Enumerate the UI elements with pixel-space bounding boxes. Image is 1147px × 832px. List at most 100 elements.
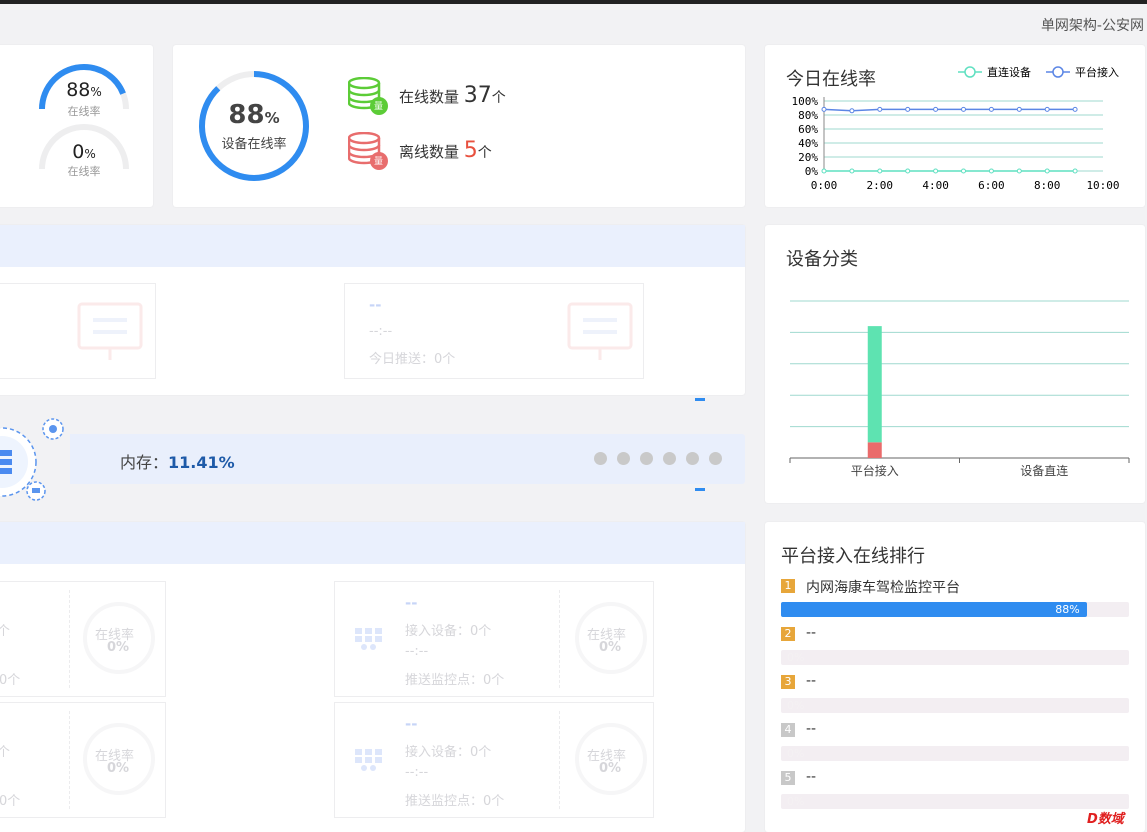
memory-readout: 内存：11.41% <box>120 453 235 472</box>
online-badge: 量 <box>374 102 384 112</box>
series-line-1 <box>823 108 1076 112</box>
gauge-card: 88% 在线率 0% 在线率 <box>0 45 153 207</box>
category-bar-chart: 平台接入 设备直连 <box>789 300 1130 478</box>
offline-count-row: 离线数量 5个 <box>399 138 492 163</box>
y-tick-label: 80% <box>798 109 818 122</box>
platform-box-push: 推送监控点：0个 <box>405 673 505 688</box>
rank-index-badge: 5 <box>781 771 795 785</box>
rank-name: 内网海康车驾检监控平台 <box>806 580 960 596</box>
rank-progress-track <box>781 698 1129 713</box>
divider <box>69 711 70 809</box>
data-point <box>988 106 994 112</box>
push-box-2-name: -- <box>369 296 382 314</box>
push-section-header <box>0 225 745 267</box>
online-gauge-value: 88% <box>66 79 102 101</box>
rank-percent-label: 88% <box>1055 603 1080 616</box>
bar-在线 <box>867 326 882 443</box>
y-tick-label: 100% <box>792 95 819 108</box>
carousel-dot[interactable] <box>594 452 607 465</box>
ranking-title: 平台接入在线排行 <box>781 546 925 567</box>
data-point <box>1016 168 1022 174</box>
data-point <box>821 106 827 112</box>
x-tick-label: 8:00 <box>1034 179 1061 192</box>
data-point <box>1016 106 1022 112</box>
data-point <box>933 168 939 174</box>
data-point <box>821 168 827 174</box>
offline-database-icon <box>348 132 388 170</box>
rank-name: -- <box>806 625 817 641</box>
offline-badge: 量 <box>374 157 384 167</box>
data-point <box>988 168 994 174</box>
legend-marker <box>964 66 976 78</box>
x-tick-label: 设备直连 <box>1020 463 1068 478</box>
rank-percent-label: 0% <box>787 699 805 712</box>
site-title: 单网架构-公安网 <box>1040 18 1144 34</box>
carousel-dot[interactable] <box>686 452 699 465</box>
x-tick-label: 10:00 <box>1086 179 1119 192</box>
rank-percent-label: 0% <box>787 651 805 664</box>
platform-section-header <box>0 522 745 564</box>
divider <box>559 711 560 809</box>
data-point <box>849 108 855 114</box>
rank-progress-track <box>781 746 1129 761</box>
y-tick-label: 20% <box>798 151 818 164</box>
other-gauge-value: 0% <box>72 141 96 163</box>
data-point <box>905 168 911 174</box>
push-box-2-time: --:-- <box>369 324 393 339</box>
carousel-dot[interactable] <box>640 452 653 465</box>
platform-icon <box>355 628 382 650</box>
rate-value: 0% <box>599 761 622 776</box>
online-rate-chart-card: 今日在线率 0% 20% 40% 60% 80% 100% 0:00 2:00 4:00 6:00… <box>765 45 1145 207</box>
push-box-1 <box>0 283 156 379</box>
carousel-dot[interactable] <box>663 452 676 465</box>
divider <box>69 590 70 688</box>
platform-box-name: -- <box>405 594 418 612</box>
monitor-icon <box>77 302 143 360</box>
data-point <box>933 106 939 112</box>
bar-离线 <box>867 442 882 458</box>
server-icon <box>0 418 64 501</box>
device-rate-value: 88% <box>228 100 280 130</box>
rank-percent-label: 0% <box>787 795 805 808</box>
data-point <box>1072 168 1078 174</box>
x-tick-label: 2:00 <box>867 179 894 192</box>
rank-index-badge: 2 <box>781 627 795 641</box>
platform-box-name: -- <box>405 715 418 733</box>
scroll-marker-top <box>695 398 705 401</box>
platform-icon <box>355 749 382 771</box>
data-point <box>877 106 883 112</box>
device-rate-card: 88% 设备在线率 量 在线数量 37个 量 离线数量 5个 <box>173 45 745 207</box>
data-point <box>849 168 855 174</box>
rank-progress-track <box>781 650 1129 665</box>
rank-index-badge: 4 <box>781 723 795 737</box>
push-section: -- --:-- 今日推送：0个 <box>0 225 745 395</box>
carousel-dot[interactable] <box>709 452 722 465</box>
platform-box: -- 接入设备：0个 --:-- 推送监控点：0个 在线率 0% <box>334 581 654 697</box>
rank-name: -- <box>806 673 817 689</box>
rank-progress-fill <box>781 602 1088 617</box>
x-tick-label: 平台接入 <box>851 463 899 478</box>
platform-box: -- 接入设备：0个 --:-- 推送监控点：0个 在线率 0% <box>334 702 654 818</box>
legend-label: 直连设备 <box>987 65 1031 79</box>
divider <box>559 590 560 688</box>
legend-marker <box>1052 66 1064 78</box>
rank-progress-track <box>781 794 1129 809</box>
platform-box-time: --:-- <box>405 765 429 780</box>
platform-box-partial: 个 0个 在线率 0% <box>0 702 166 818</box>
data-point <box>1044 106 1050 112</box>
category-chart-card: 设备分类 平台接入 设备直连 <box>765 225 1145 503</box>
push-box-2-today: 今日推送：0个 <box>369 352 456 367</box>
platform-box-push: 推送监控点：0个 <box>405 794 505 809</box>
partial-text: 0个 <box>0 794 21 809</box>
rank-index-badge: 1 <box>781 579 795 593</box>
watermark-logo: D数域 <box>1087 812 1124 827</box>
data-point <box>961 168 966 174</box>
online-count-row: 在线数量 37个 <box>399 83 506 108</box>
y-tick-label: 40% <box>798 137 818 150</box>
monitor-icon <box>567 302 633 360</box>
ranking-card: 平台接入在线排行 1 内网海康车驾检监控平台 88% 2 -- 0% 3 -- 0% 4 -- 0% 5… <box>765 522 1145 832</box>
carousel-dot[interactable] <box>617 452 630 465</box>
device-rate-label: 设备在线率 <box>221 137 287 152</box>
data-point <box>1044 168 1050 174</box>
rank-percent-label: 0% <box>787 747 805 760</box>
